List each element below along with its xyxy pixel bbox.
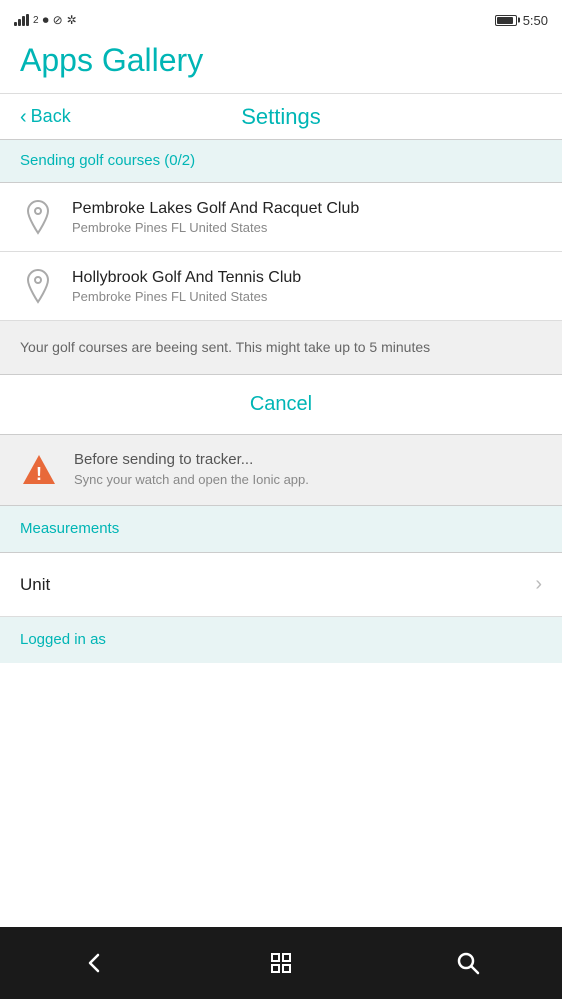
warning-area: ! Before sending to tracker... Sync your…	[0, 435, 562, 506]
cancel-area[interactable]: Cancel	[0, 375, 562, 435]
notice-area: Your golf courses are beeing sent. This …	[0, 321, 562, 375]
cancel-button[interactable]: Cancel	[250, 393, 312, 416]
sending-header-text: Sending golf courses (0/2)	[20, 152, 195, 169]
warning-subtitle: Sync your watch and open the Ionic app.	[74, 472, 309, 487]
nav-home-button[interactable]	[251, 933, 311, 993]
unit-chevron-icon: ›	[535, 573, 542, 596]
nav-title: Settings	[241, 104, 321, 130]
back-chevron-icon: ‹	[20, 107, 27, 127]
time-display: 5:50	[523, 13, 548, 28]
location-pin-icon-2	[20, 268, 56, 304]
bluetooth-icon: ✲	[67, 13, 77, 27]
back-label: Back	[31, 106, 71, 127]
warning-title: Before sending to tracker...	[74, 451, 309, 468]
status-right: 5:50	[495, 13, 548, 28]
signal-icon	[14, 14, 29, 26]
unit-label: Unit	[20, 575, 50, 595]
course-name-1: Pembroke Lakes Golf And Racquet Club	[72, 200, 359, 218]
nav-back-button[interactable]	[64, 933, 124, 993]
sending-header: Sending golf courses (0/2)	[0, 140, 562, 183]
measurements-section: Measurements	[0, 506, 562, 553]
logged-in-label: Logged in as	[20, 631, 106, 648]
course-info-2: Hollybrook Golf And Tennis Club Pembroke…	[72, 269, 301, 304]
back-button[interactable]: ‹ Back	[20, 106, 71, 127]
course-location-1: Pembroke Pines FL United States	[72, 220, 359, 235]
nav-search-button[interactable]	[438, 933, 498, 993]
course-info-1: Pembroke Lakes Golf And Racquet Club Pem…	[72, 200, 359, 235]
app-title-bar: Apps Gallery	[0, 36, 562, 93]
app-title: Apps Gallery	[20, 42, 203, 78]
warning-triangle-icon: !	[20, 451, 58, 489]
status-bar: 2 ⏺ ⊘ ✲ 5:50	[0, 0, 562, 36]
bottom-nav	[0, 927, 562, 999]
course-item-1: Pembroke Lakes Golf And Racquet Club Pem…	[0, 183, 562, 252]
battery-icon	[495, 15, 517, 26]
course-item-2: Hollybrook Golf And Tennis Club Pembroke…	[0, 252, 562, 321]
recording-icon: ⏺	[43, 13, 49, 28]
warning-content: Before sending to tracker... Sync your w…	[74, 451, 309, 487]
nav-bar: ‹ Back Settings	[0, 94, 562, 139]
logged-in-section: Logged in as	[0, 617, 562, 663]
measurements-label: Measurements	[20, 520, 119, 537]
course-name-2: Hollybrook Golf And Tennis Club	[72, 269, 301, 287]
network-icon: 2	[33, 15, 39, 26]
unit-row[interactable]: Unit ›	[0, 553, 562, 617]
svg-text:!: !	[36, 464, 42, 484]
notice-text: Your golf courses are beeing sent. This …	[20, 339, 430, 355]
wifi-icon: ⊘	[53, 13, 63, 27]
course-location-2: Pembroke Pines FL United States	[72, 289, 301, 304]
status-icons: 2 ⏺ ⊘ ✲	[14, 13, 77, 28]
location-pin-icon-1	[20, 199, 56, 235]
